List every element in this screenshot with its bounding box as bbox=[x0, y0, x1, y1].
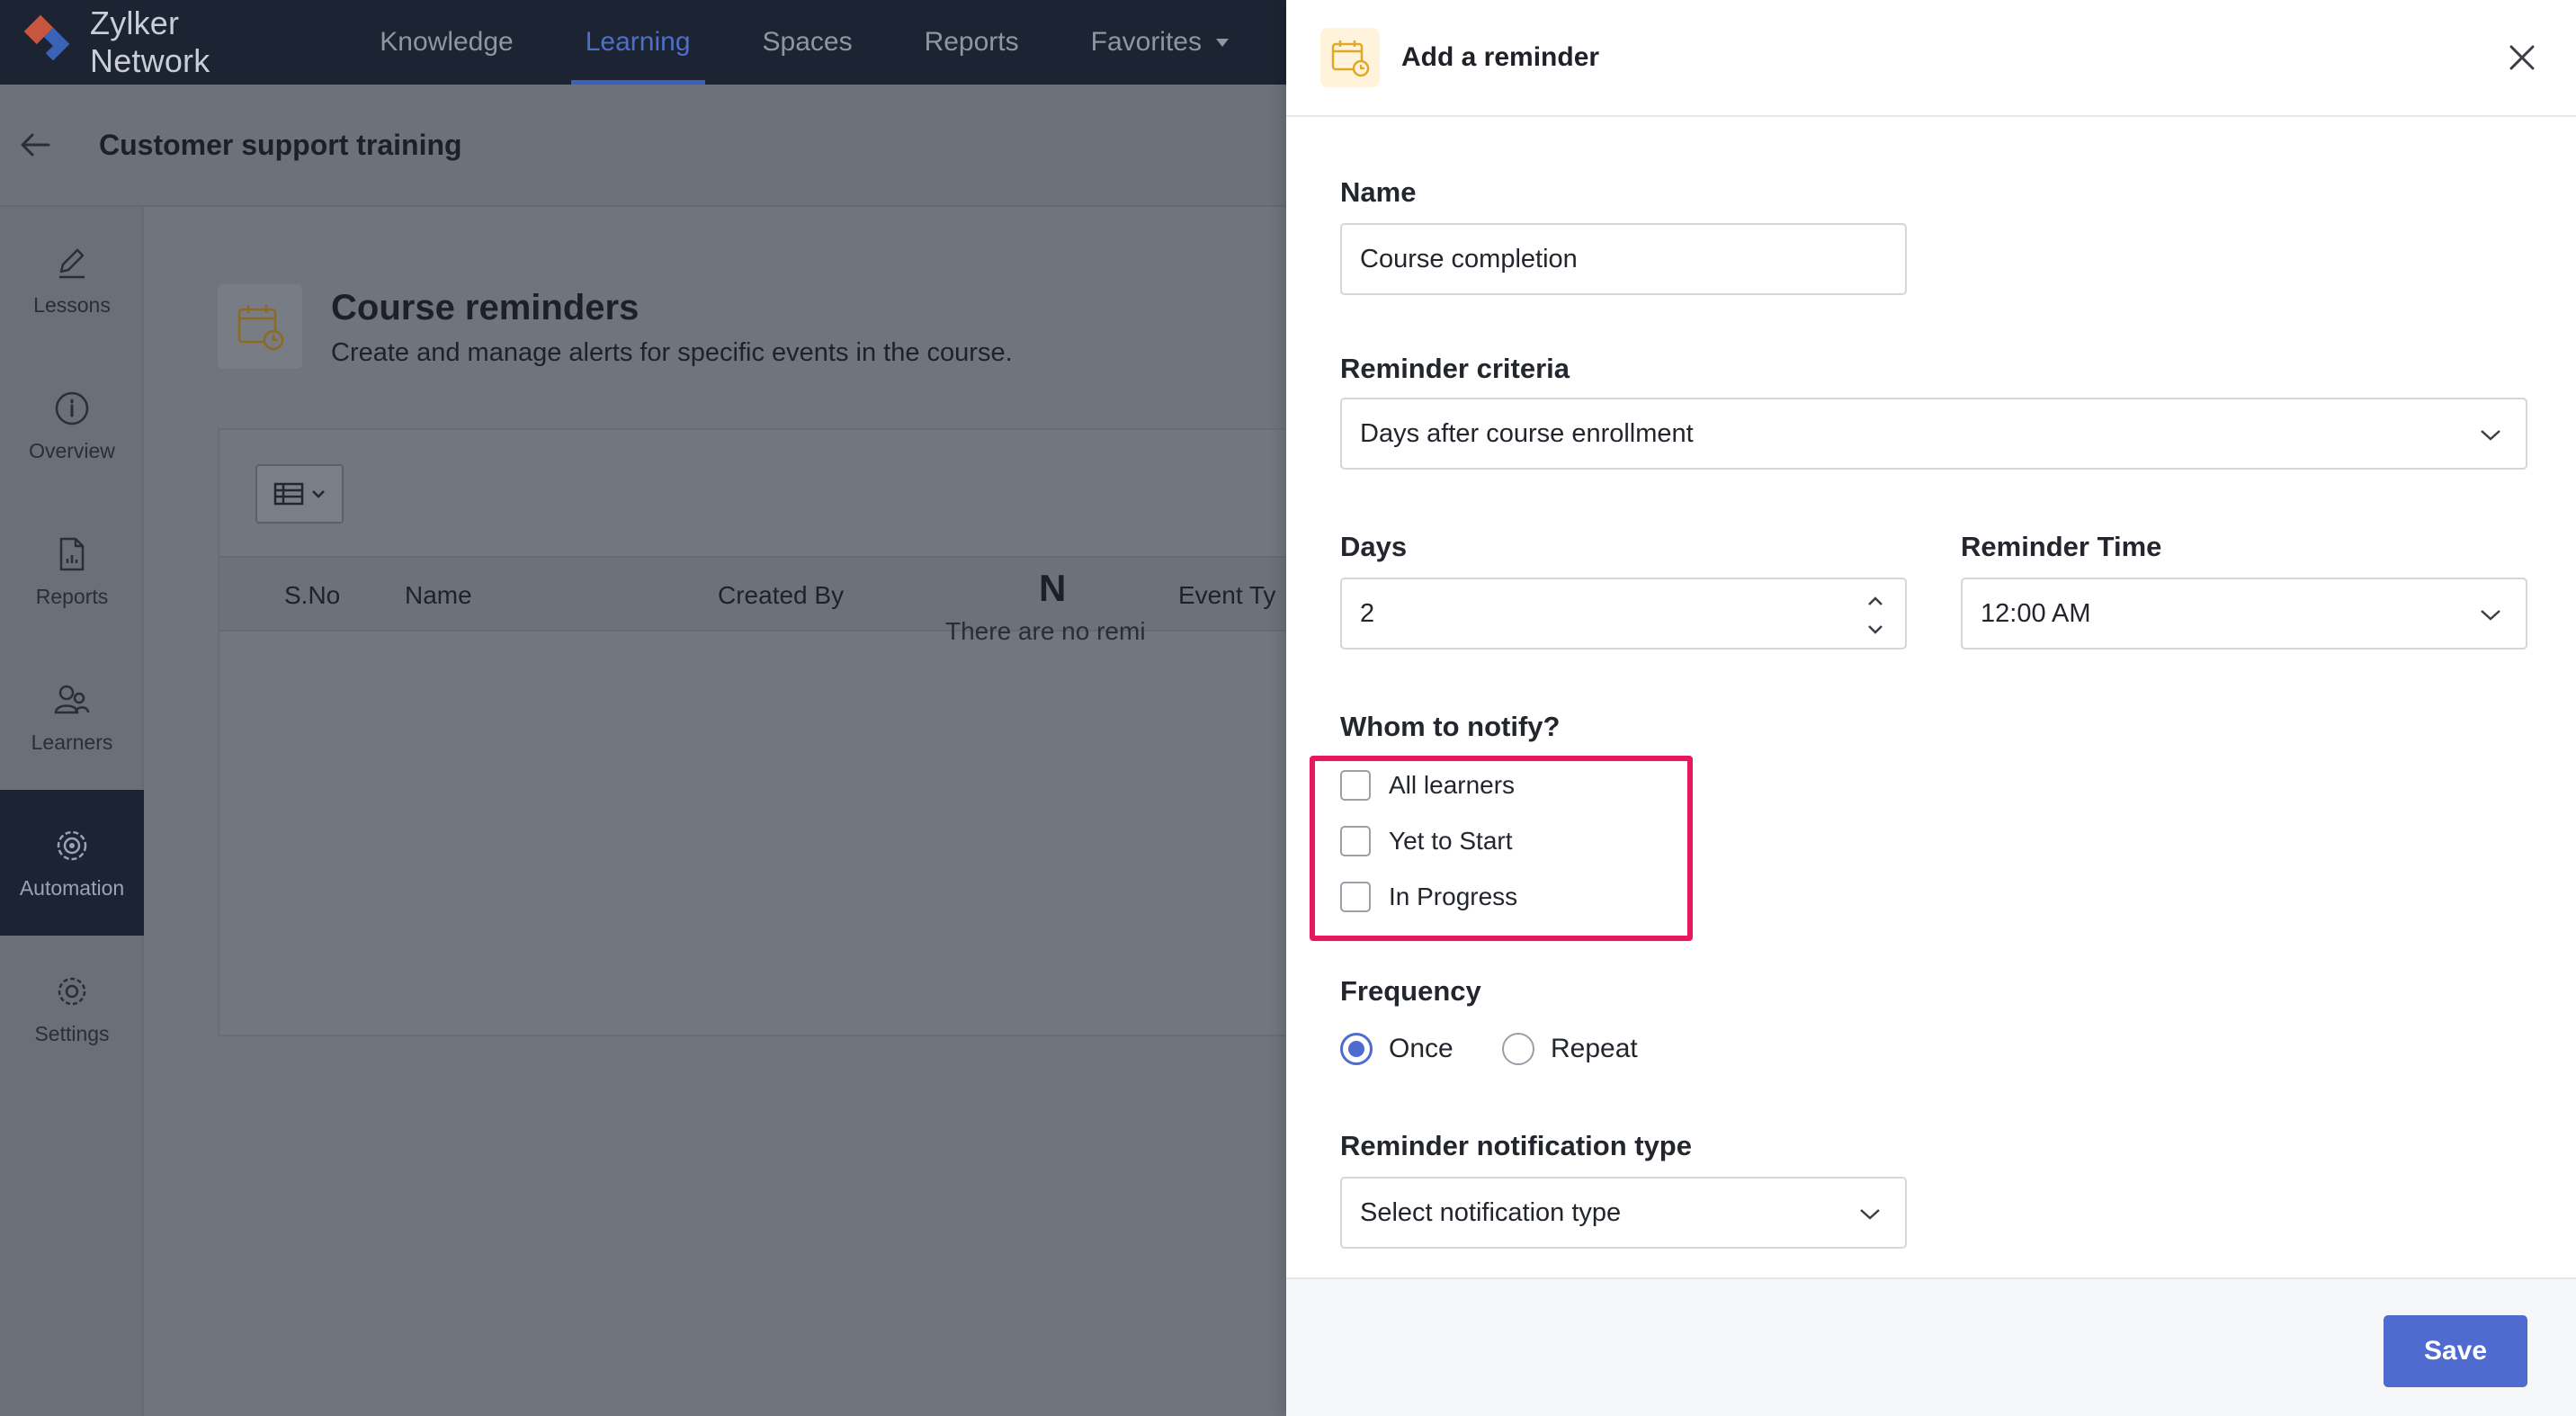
close-icon[interactable] bbox=[2504, 40, 2540, 76]
days-stepper[interactable]: 2 bbox=[1340, 578, 1907, 650]
sidebar-item-label: Reports bbox=[35, 584, 109, 608]
learners-icon bbox=[54, 685, 90, 713]
tab-learning[interactable]: Learning bbox=[570, 0, 705, 85]
column-header-created-by: Created By bbox=[718, 581, 845, 609]
sidebar-item-label: Lessons bbox=[33, 292, 111, 317]
calendar-clock-icon bbox=[1320, 28, 1380, 87]
radio-selected[interactable] bbox=[1340, 1033, 1373, 1065]
reminder-criteria-label: Reminder criteria bbox=[1340, 353, 1570, 384]
add-reminder-drawer: Add a reminder Name Course completion Re… bbox=[1286, 0, 2576, 1416]
sidebar-item-automation[interactable]: Automation bbox=[0, 790, 144, 936]
zylker-logo-icon bbox=[18, 13, 77, 72]
automation-icon bbox=[57, 830, 87, 860]
tab-spaces[interactable]: Spaces bbox=[748, 0, 867, 85]
notification-type-select[interactable]: Select notification type bbox=[1340, 1177, 1907, 1249]
table-view-icon bbox=[273, 482, 304, 506]
gear-icon bbox=[58, 977, 86, 1005]
info-icon bbox=[55, 391, 89, 425]
back-arrow-icon[interactable] bbox=[18, 127, 54, 163]
course-sidebar: Lessons Overview Reports Learners Automa… bbox=[0, 207, 144, 1416]
name-input-value: Course completion bbox=[1360, 244, 1578, 273]
reminder-time-label: Reminder Time bbox=[1961, 531, 2162, 562]
empty-state-title: N bbox=[1039, 567, 1067, 609]
frequency-option-label: Once bbox=[1389, 1034, 1453, 1063]
sidebar-item-label: Settings bbox=[34, 1021, 110, 1045]
drawer-header: Add a reminder bbox=[1286, 0, 2576, 117]
sidebar-item-learners[interactable]: Learners bbox=[0, 644, 144, 790]
frequency-option-repeat[interactable]: Repeat bbox=[1502, 1033, 1638, 1065]
name-input[interactable]: Course completion bbox=[1340, 223, 1907, 295]
column-header-event-type: Event Ty bbox=[1178, 581, 1276, 609]
page-title: Course reminders bbox=[331, 288, 640, 327]
sidebar-item-label: Learners bbox=[31, 730, 113, 754]
notification-type-placeholder: Select notification type bbox=[1360, 1197, 1622, 1227]
drawer-footer: Save bbox=[1286, 1277, 2576, 1416]
reminder-time-select[interactable]: 12:00 AM bbox=[1961, 578, 2527, 650]
caret-down-icon bbox=[1216, 38, 1229, 47]
tab-knowledge[interactable]: Knowledge bbox=[365, 0, 527, 85]
name-label: Name bbox=[1340, 176, 1417, 208]
days-label: Days bbox=[1340, 531, 1408, 562]
reminder-criteria-value: Days after course enrollment bbox=[1360, 418, 1694, 448]
report-icon bbox=[59, 537, 85, 570]
tab-favorites[interactable]: Favorites bbox=[1077, 0, 1243, 85]
view-toggle-button[interactable] bbox=[255, 464, 344, 524]
chevron-down-icon bbox=[312, 490, 325, 498]
days-value: 2 bbox=[1360, 598, 1375, 628]
pencil-icon bbox=[59, 248, 85, 278]
frequency-label: Frequency bbox=[1340, 975, 1481, 1007]
main-content: Course reminders Create and manage alert… bbox=[144, 207, 1299, 1416]
brand-name: Zylker Network bbox=[90, 4, 210, 79]
frequency-option-once[interactable]: Once bbox=[1340, 1033, 1453, 1065]
sidebar-item-label: Overview bbox=[29, 438, 115, 462]
whom-to-notify-label: Whom to notify? bbox=[1340, 711, 1561, 742]
sidebar-item-overview[interactable]: Overview bbox=[0, 353, 144, 498]
sidebar-item-lessons[interactable]: Lessons bbox=[0, 207, 144, 353]
column-header-name: Name bbox=[405, 581, 472, 609]
nav-tabs: Knowledge Learning Spaces Reports Favori… bbox=[365, 0, 1286, 85]
page-subtitle: Create and manage alerts for specific ev… bbox=[331, 338, 1013, 367]
chevron-down-icon bbox=[2481, 430, 2500, 441]
tab-reports[interactable]: Reports bbox=[910, 0, 1033, 85]
highlight-box bbox=[1310, 756, 1693, 941]
course-title: Customer support training bbox=[99, 128, 462, 161]
radio[interactable] bbox=[1502, 1033, 1534, 1065]
chevron-down-icon bbox=[2481, 610, 2500, 621]
top-navigation-bar: Zylker Network Knowledge Learning Spaces… bbox=[0, 0, 1286, 85]
chevron-down-icon bbox=[1860, 1209, 1880, 1220]
reminder-criteria-select[interactable]: Days after course enrollment bbox=[1340, 398, 2527, 470]
save-button[interactable]: Save bbox=[2384, 1315, 2527, 1387]
stepper-arrows-icon[interactable] bbox=[1865, 590, 1885, 641]
course-header: Customer support training bbox=[0, 85, 1286, 207]
tab-favorites-label: Favorites bbox=[1090, 27, 1202, 57]
empty-state-subtitle: There are no remi bbox=[945, 617, 1146, 645]
reminders-table: S.No Name Created By Event Ty bbox=[218, 428, 1299, 1036]
reminder-time-value: 12:00 AM bbox=[1981, 598, 2091, 628]
drawer-title: Add a reminder bbox=[1401, 42, 1600, 72]
column-header-sno: S.No bbox=[284, 581, 341, 609]
brand[interactable]: Zylker Network bbox=[18, 4, 266, 80]
sidebar-item-settings[interactable]: Settings bbox=[0, 936, 144, 1081]
notification-type-label: Reminder notification type bbox=[1340, 1130, 1692, 1161]
calendar-clock-icon bbox=[218, 284, 302, 369]
sidebar-item-reports[interactable]: Reports bbox=[0, 498, 144, 644]
sidebar-item-label: Automation bbox=[19, 875, 125, 900]
frequency-option-label: Repeat bbox=[1551, 1034, 1638, 1063]
